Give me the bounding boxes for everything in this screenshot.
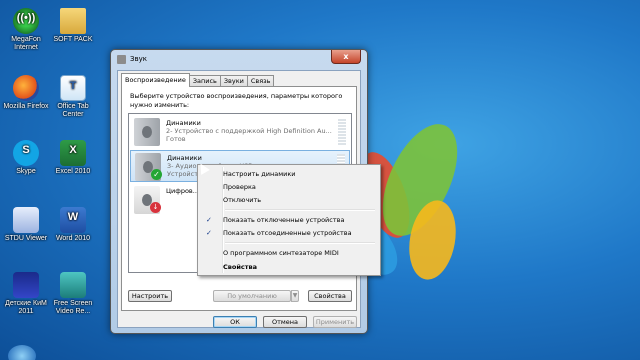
device-name: Цифров... [166,187,199,195]
device-item[interactable]: Динамики 2- Устройство с поддержкой High… [130,116,350,148]
desktop-icon-label: Детские КиМ 2011 [5,300,47,315]
desktop-icon-skype[interactable]: S Skype [0,140,52,176]
menu-item-properties[interactable]: Свойства [200,261,378,273]
close-button[interactable]: x [331,50,361,64]
disabled-arrow-icon: ↓ [150,202,161,213]
screen-recorder-icon [60,272,86,298]
desktop-icon-label: Excel 2010 [55,168,91,175]
set-default-button[interactable]: По умолчанию [213,290,291,302]
stdu-viewer-icon [13,207,39,233]
title-bar[interactable]: Звук x [111,50,367,70]
desktop-icon-excel[interactable]: X Excel 2010 [47,140,99,176]
desktop-icon-label: SOFT PACK [53,36,93,43]
start-button[interactable] [8,345,36,360]
menu-item-label: О программном синтезаторе MIDI [223,249,339,257]
checkmark-icon: ✓ [206,229,212,237]
kids-app-icon [13,272,39,298]
desktop-icon-soft-pack[interactable]: SOFT PACK [47,8,99,44]
tab-strip: Воспроизведение Запись Звуки Связь [121,73,275,87]
word-icon: W [60,207,86,233]
menu-item-show-disconnected[interactable]: ✓ Показать отсоединенные устройства [200,227,378,239]
speaker-device-icon [134,118,160,146]
cancel-button[interactable]: Отмена [263,316,307,328]
menu-item-about-midi[interactable]: О программном синтезаторе MIDI [200,247,378,259]
desktop-icon-label: Mozilla Firefox [3,103,49,110]
menu-item-disable[interactable]: Отключить [200,194,378,206]
set-default-dropdown-icon[interactable]: ▼ [291,290,299,302]
desktop-icon-kids-app[interactable]: Детские КиМ 2011 [0,272,52,316]
menu-item-label: Проверка [223,183,256,191]
tab-playback[interactable]: Воспроизведение [121,73,190,87]
device-name: Динамики [166,119,201,127]
desktop-icon-label: Skype [16,168,36,175]
checkmark-icon: ✓ [206,216,212,224]
menu-item-configure-speakers[interactable]: Настроить динамики [200,168,378,180]
desktop-icon-stdu-viewer[interactable]: STDU Viewer [0,207,52,243]
ok-button[interactable]: ОК [213,316,257,328]
office-tab-icon: T [60,75,86,101]
folder-icon [60,8,86,34]
desktop-icon-label: MegaFon Internet [11,36,41,51]
menu-item-label: Отключить [223,196,262,204]
menu-separator [225,242,375,244]
menu-item-label: Настроить динамики [223,170,296,178]
desktop-icon-label: STDU Viewer [4,235,48,242]
menu-item-label: Показать отключенные устройства [223,216,345,224]
device-name: Динамики [167,154,202,162]
device-status: Готов [166,135,186,143]
firefox-icon [13,75,39,101]
menu-item-label: Показать отсоединенные устройства [223,229,352,237]
apply-button[interactable]: Применить [313,316,357,328]
instructions-text: Выберите устройство воспроизведения, пар… [130,92,343,109]
volume-meter [338,119,346,145]
context-menu: Настроить динамики Проверка Отключить ✓ П… [197,164,381,276]
properties-button[interactable]: Свойства [308,290,352,302]
menu-separator [225,209,375,211]
device-description: 2- Устройство с поддержкой High Definiti… [166,127,332,135]
megafon-icon: ((•)) [13,8,39,34]
dialog-title: Звук [130,55,147,63]
desktop-icon-word[interactable]: W Word 2010 [47,207,99,243]
desktop-icon-firefox[interactable]: Mozilla Firefox [0,75,52,111]
menu-item-label: Свойства [223,263,258,271]
desktop-icon-megafon[interactable]: ((•)) MegaFon Internet [0,8,52,52]
desktop-icon-label: Office Tab Center [57,103,89,118]
desktop-icon-office-tab[interactable]: T Office Tab Center [47,75,99,119]
configure-button[interactable]: Настроить [128,290,172,302]
excel-icon: X [60,140,86,166]
desktop-icon-label: Free Screen Video Re... [53,300,93,315]
desktop-icon-screen-recorder[interactable]: Free Screen Video Re... [47,272,99,316]
default-check-icon: ✓ [151,169,162,180]
skype-icon: S [13,140,39,166]
menu-item-show-disabled[interactable]: ✓ Показать отключенные устройства [200,214,378,226]
menu-item-test[interactable]: Проверка [200,181,378,193]
speaker-icon [117,55,126,64]
desktop-icon-label: Word 2010 [55,235,91,242]
